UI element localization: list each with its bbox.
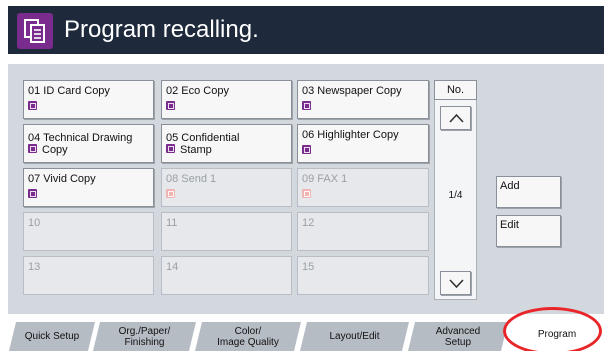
program-label: 07 Vivid Copy [28,173,96,185]
tab-label-line1: Org./Paper/ [118,325,171,337]
program-label: 02 Eco Copy [166,85,229,97]
program-label: 12 [302,217,315,229]
tab-color-image-quality[interactable]: Color/ Image Quality [195,322,301,351]
title-bar: Program recalling. [8,6,604,54]
program-icon [302,189,311,198]
tab-layout-edit[interactable]: Layout/Edit [300,322,409,351]
program-label: 01 ID Card Copy [28,85,110,97]
program-icon [166,144,175,153]
program-copy-icon [17,13,53,49]
program-label: 06 Highlighter Copy [302,129,399,141]
chevron-down-icon [449,279,464,289]
number-button[interactable]: No. [434,80,477,100]
program-13-button[interactable]: 13 [23,256,154,295]
page-down-button[interactable] [440,271,471,295]
program-icon [28,101,37,110]
program-15-button[interactable]: 15 [297,256,429,295]
program-label: 04 Technical Drawing [28,132,133,144]
program-03-button[interactable]: 03 Newspaper Copy [297,80,429,119]
edit-button[interactable]: Edit [496,215,561,247]
tab-label: Org./Paper/ Finishing [119,326,171,348]
program-icon [302,101,311,110]
program-icon [166,101,175,110]
program-icon [166,189,175,198]
program-label: 14 [166,261,179,273]
program-11-button[interactable]: 11 [161,212,292,251]
program-01-button[interactable]: 01 ID Card Copy [23,80,154,119]
tab-label-line2: Setup [444,336,472,348]
program-10-button[interactable]: 10 [23,212,154,251]
tab-label: Layout/Edit [329,331,380,342]
program-05-button[interactable]: 05 Confidential Stamp [161,124,292,163]
program-04-button[interactable]: 04 Technical Drawing Copy [23,124,154,163]
program-08-button[interactable]: 08 Send 1 [161,168,292,207]
tab-org-paper-finishing[interactable]: Org./Paper/ Finishing [93,322,196,351]
chevron-up-icon [449,113,464,123]
highlight-oval [503,307,602,351]
program-label: 10 [28,217,41,229]
program-icon [302,145,311,154]
tab-label: Color/ Image Quality [217,326,279,348]
page-up-button[interactable] [440,106,471,130]
program-label: 11 [166,217,178,229]
program-06-button[interactable]: 06 Highlighter Copy [297,124,429,163]
program-12-button[interactable]: 12 [297,212,429,251]
add-button[interactable]: Add [496,176,561,208]
tab-label: Advanced Setup [436,326,480,348]
tab-label: Quick Setup [24,331,80,342]
program-label: 13 [28,261,41,273]
tab-label-line2: Image Quality [217,336,279,348]
program-02-button[interactable]: 02 Eco Copy [161,80,292,119]
program-09-button[interactable]: 09 FAX 1 [297,168,429,207]
program-label: 03 Newspaper Copy [302,85,402,97]
program-14-button[interactable]: 14 [161,256,292,295]
program-label-line2: Copy [42,144,68,156]
tab-label-line2: Finishing [124,336,165,348]
program-label: 15 [302,261,315,273]
tab-label-line1: Advanced [435,325,481,337]
program-label: 09 FAX 1 [302,173,348,185]
tab-advanced-setup[interactable]: Advanced Setup [408,322,508,351]
program-label: 08 Send 1 [166,173,217,185]
tab-quick-setup[interactable]: Quick Setup [9,322,95,351]
tab-label-line1: Color/ [234,325,262,337]
program-label: 05 Confidential [166,132,240,144]
page-indicator: 1/4 [448,190,463,201]
program-label-line2: Stamp [180,144,212,156]
program-icon [28,189,37,198]
program-icon [28,144,37,153]
page-title: Program recalling. [64,16,259,43]
program-07-button[interactable]: 07 Vivid Copy [23,168,154,207]
